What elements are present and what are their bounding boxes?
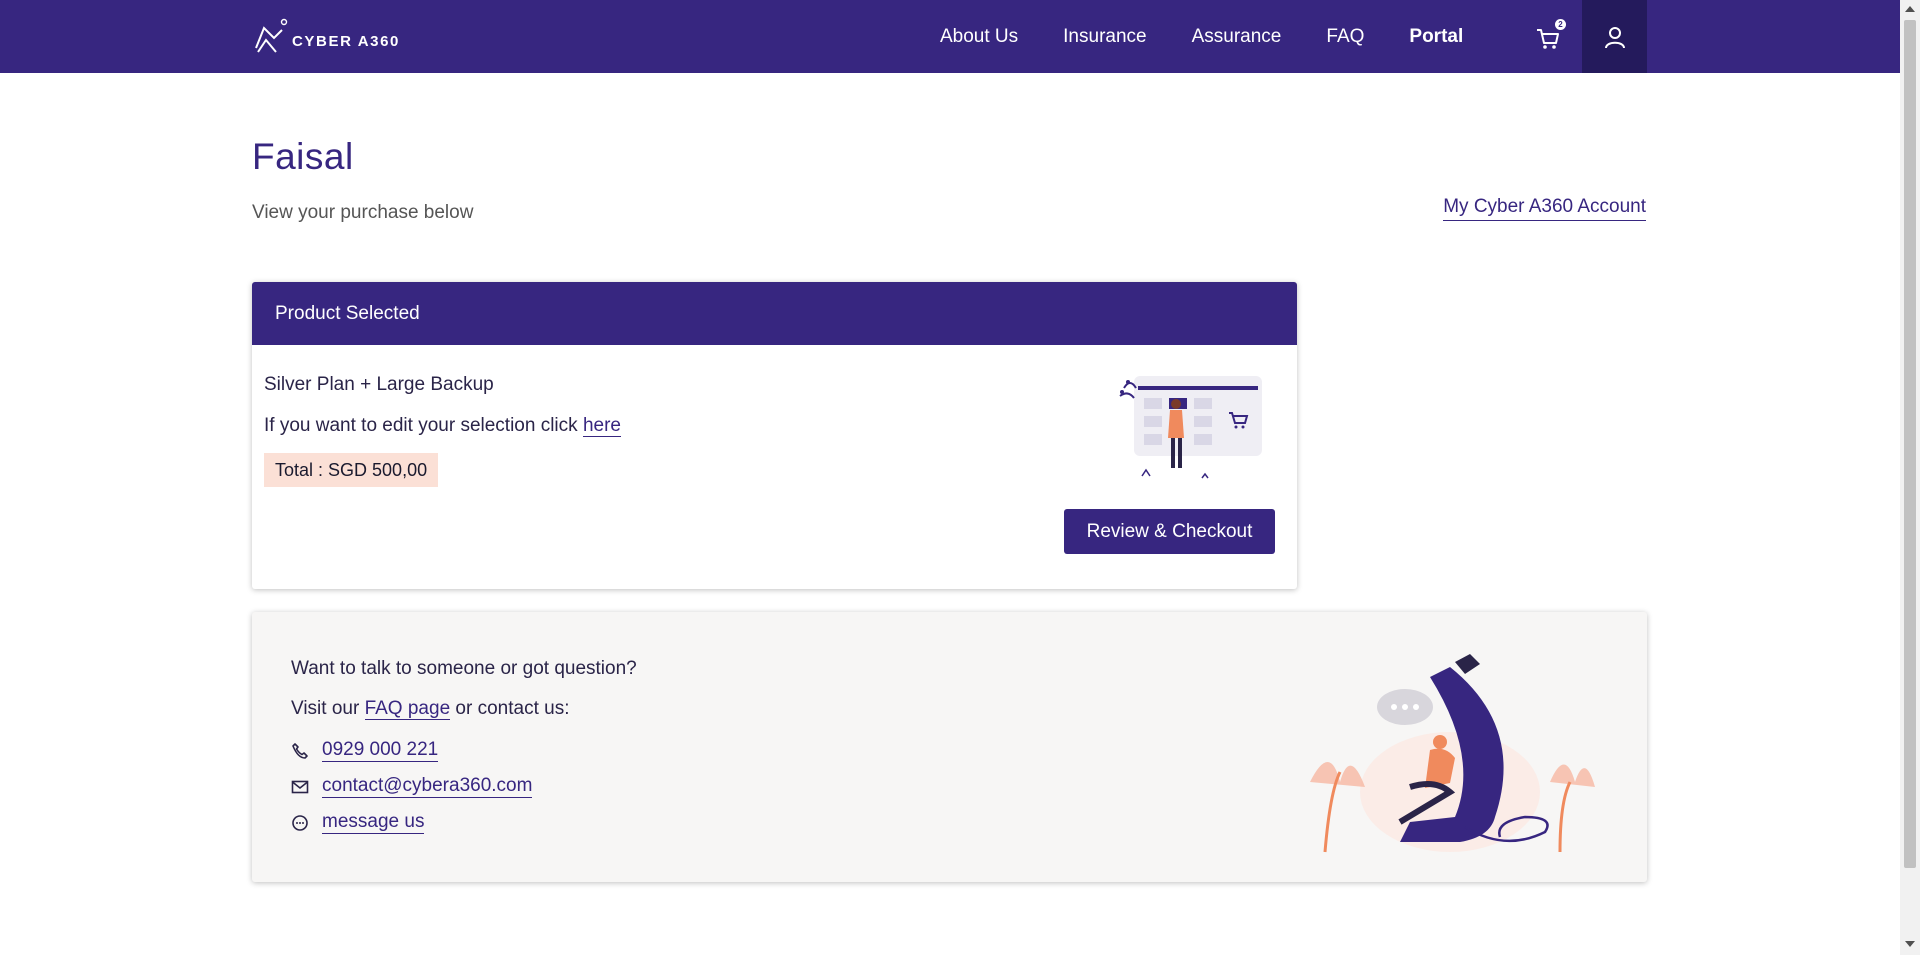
scroll-thumb[interactable] — [1904, 20, 1916, 868]
cart-icon — [1537, 29, 1559, 49]
nav-faq[interactable]: FAQ — [1326, 26, 1364, 48]
scroll-up-arrow-icon[interactable] — [1905, 6, 1915, 12]
product-card: Product Selected Silver Plan + Large Bac… — [252, 282, 1297, 589]
user-icon — [1604, 26, 1625, 48]
phone-icon — [292, 742, 308, 759]
mail-icon — [291, 780, 309, 793]
contact-message-row: message us — [291, 811, 425, 834]
brand-logo[interactable]: CYBER A360 — [252, 18, 400, 56]
brand-name: CYBER A360 — [292, 32, 400, 50]
scroll-down-arrow-icon[interactable] — [1905, 941, 1915, 947]
nav-assurance[interactable]: Assurance — [1192, 26, 1282, 48]
edit-selection-prefix: If you want to edit your selection click — [264, 415, 583, 436]
cart-count-badge: 2 — [1555, 19, 1566, 30]
visit-prefix: Visit our — [291, 698, 365, 719]
message-us-link[interactable]: message us — [322, 811, 425, 834]
scrollbar[interactable] — [1900, 0, 1920, 955]
nav-about-us[interactable]: About Us — [940, 26, 1018, 48]
logo-mark-icon — [255, 18, 288, 53]
edit-selection-text: If you want to edit your selection click… — [264, 415, 621, 437]
faq-page-link[interactable]: FAQ page — [364, 698, 451, 720]
my-account-link[interactable]: My Cyber A360 Account — [1443, 196, 1646, 221]
phone-link[interactable]: 0929 000 221 — [322, 739, 439, 762]
product-card-header: Product Selected — [252, 282, 1297, 345]
visit-suffix: or contact us: — [450, 698, 570, 719]
nav-insurance[interactable]: Insurance — [1063, 26, 1146, 48]
shopping-illustration — [1119, 376, 1262, 479]
total-price: Total : SGD 500,00 — [275, 459, 428, 480]
cart-button[interactable]: 2 — [1535, 19, 1566, 52]
review-checkout-button[interactable]: Review & Checkout — [1064, 509, 1275, 554]
contact-email-row: contact@cybera360.com — [291, 775, 533, 798]
plan-name: Silver Plan + Large Backup — [264, 374, 494, 395]
main-nav: About Us Insurance Assurance FAQ Portal — [940, 0, 1508, 73]
total-price-badge: Total : SGD 500,00 — [264, 453, 439, 487]
contact-visit-text: Visit our FAQ page or contact us: — [291, 698, 569, 720]
nav-portal[interactable]: Portal — [1409, 26, 1463, 48]
contact-card: Want to talk to someone or got question?… — [252, 612, 1647, 882]
contact-question: Want to talk to someone or got question? — [291, 658, 637, 679]
phone-support-illustration — [1310, 654, 1595, 853]
edit-selection-link[interactable]: here — [582, 415, 621, 437]
page-subtitle: View your purchase below — [252, 202, 474, 223]
user-account-button[interactable] — [1582, 0, 1647, 73]
page-title: Faisal — [252, 136, 354, 177]
chat-icon — [292, 814, 308, 831]
top-navbar: CYBER A360 About Us Insurance Assurance … — [0, 0, 1900, 73]
contact-phone-row: 0929 000 221 — [291, 739, 439, 762]
email-link[interactable]: contact@cybera360.com — [322, 775, 533, 798]
product-card-title: Product Selected — [275, 302, 420, 324]
